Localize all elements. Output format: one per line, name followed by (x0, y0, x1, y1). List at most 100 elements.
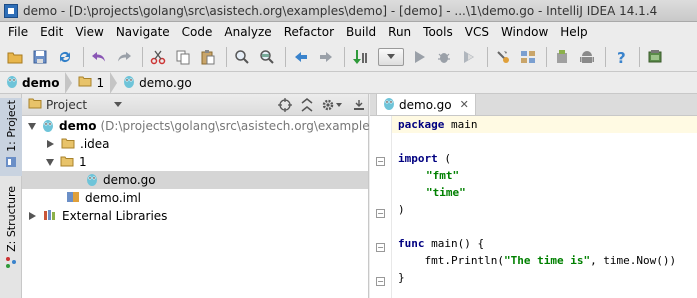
android-icon[interactable] (576, 46, 598, 68)
menu-navigate[interactable]: Navigate (110, 22, 176, 42)
help-icon[interactable]: ? (610, 46, 632, 68)
breadcrumb-label: demo (22, 75, 60, 90)
code-line: "fmt" (426, 169, 460, 182)
hide-panel-icon[interactable] (350, 96, 368, 114)
collapse-all-icon[interactable] (298, 96, 316, 114)
menu-run[interactable]: Run (382, 22, 417, 42)
paste-icon[interactable] (197, 46, 219, 68)
project-tool-icon (5, 156, 17, 171)
expand-arrow-icon[interactable] (46, 158, 54, 166)
structure-tool-icon (5, 256, 17, 271)
scroll-from-source-icon[interactable] (276, 96, 294, 114)
toolbar-separator (487, 46, 488, 67)
run-config-combo[interactable] (378, 47, 404, 66)
expand-arrow-icon[interactable] (28, 122, 36, 130)
fold-import-icon[interactable]: − (376, 157, 385, 166)
code-area[interactable]: package main import ( "fmt" "time" ) fun… (392, 116, 697, 286)
tree-item-demo-iml[interactable]: demo.iml (22, 189, 368, 207)
fold-end-icon[interactable]: − (376, 209, 385, 218)
breadcrumb: demo 1 demo.go (0, 71, 697, 94)
collapse-arrow-icon[interactable] (47, 140, 54, 148)
menu-vcs[interactable]: VCS (459, 22, 495, 42)
menu-refactor[interactable]: Refactor (278, 22, 340, 42)
tree-item-external-libraries[interactable]: External Libraries (22, 207, 368, 225)
tree-item-label: demo (59, 119, 97, 133)
toolbar-separator (344, 46, 345, 67)
breadcrumb-separator (110, 71, 118, 94)
tree-item-demo-go[interactable]: demo.go (22, 171, 368, 189)
tree-item-label: External Libraries (62, 209, 168, 223)
chevron-down-icon (387, 54, 395, 59)
fold-func-icon[interactable]: − (376, 243, 385, 252)
gopher-icon (123, 74, 135, 91)
folder-icon (61, 137, 75, 152)
side-tab-structure[interactable]: Z: Structure (0, 186, 22, 268)
code-line: "time" (426, 186, 466, 199)
menu-file[interactable]: File (2, 22, 34, 42)
code-line: fmt.Println("The time is", time.Now()) (398, 254, 677, 267)
breadcrumb-file[interactable]: demo.go (123, 72, 198, 94)
toolbar-separator (142, 46, 143, 67)
menu-edit[interactable]: Edit (34, 22, 69, 42)
editor-tab-bar: demo.go ✕ (370, 93, 697, 116)
make-icon[interactable] (349, 46, 371, 68)
code-line: package main (392, 116, 697, 133)
menu-view[interactable]: View (69, 22, 109, 42)
close-icon[interactable]: ✕ (460, 98, 469, 111)
save-icon[interactable] (29, 46, 51, 68)
tool-window-strip: 1: Project Z: Structure (0, 94, 22, 298)
project-view-icon (28, 97, 42, 112)
toolbar-separator (546, 46, 547, 67)
debug-icon[interactable] (433, 46, 455, 68)
open-folder-icon[interactable] (4, 46, 26, 68)
main-toolbar: ? (0, 42, 697, 72)
intellij-app-icon (4, 3, 18, 18)
project-view-selector[interactable]: Project (46, 98, 110, 112)
find-icon[interactable] (231, 46, 253, 68)
back-icon[interactable] (290, 46, 312, 68)
title-bar: demo - [D:\projects\golang\src\asistech.… (0, 0, 697, 22)
side-tab-project[interactable]: 1: Project (0, 98, 22, 176)
toolbar-separator (639, 46, 640, 67)
tree-item-label: .idea (80, 137, 110, 151)
side-tab-structure-label: Z: Structure (4, 186, 18, 252)
menu-tools[interactable]: Tools (417, 22, 459, 42)
replace-icon[interactable] (256, 46, 278, 68)
code-editor: demo.go ✕ − − − − package main import ( … (370, 93, 697, 298)
tree-item-idea[interactable]: .idea (22, 135, 368, 153)
code-line: func main() { (398, 237, 485, 250)
sync-icon[interactable] (54, 46, 76, 68)
sdk-manager-icon[interactable] (551, 46, 573, 68)
code-line: import ( (398, 152, 451, 165)
run-coverage-icon[interactable] (458, 46, 480, 68)
editor-tab-demo-go[interactable]: demo.go ✕ (376, 93, 476, 115)
breadcrumb-project[interactable]: demo (6, 72, 65, 94)
undo-icon[interactable] (88, 46, 110, 68)
copy-icon[interactable] (172, 46, 194, 68)
breadcrumb-folder[interactable]: 1 (78, 72, 110, 94)
folder-icon (60, 155, 74, 170)
forward-icon[interactable] (315, 46, 337, 68)
menu-analyze[interactable]: Analyze (218, 22, 277, 42)
settings-icon[interactable] (492, 46, 514, 68)
tree-item-demo[interactable]: demo (D:\projects\golang\src\asistech.or… (22, 117, 419, 135)
fold-end-icon[interactable]: − (376, 277, 385, 286)
project-structure-icon[interactable] (517, 46, 539, 68)
collapse-arrow-icon[interactable] (29, 212, 36, 220)
menu-build[interactable]: Build (340, 22, 382, 42)
chevron-down-icon[interactable] (114, 102, 122, 107)
gear-icon[interactable] (320, 96, 346, 114)
gopher-icon (86, 172, 98, 189)
redo-icon[interactable] (113, 46, 135, 68)
breadcrumb-label: 1 (96, 75, 105, 90)
tree-item-folder-1[interactable]: 1 (22, 153, 368, 171)
menu-window[interactable]: Window (495, 22, 554, 42)
editor-tab-label: demo.go (399, 97, 452, 112)
tree-item-label: demo.iml (85, 191, 141, 205)
run-icon[interactable] (408, 46, 430, 68)
menu-help[interactable]: Help (554, 22, 593, 42)
window-title: demo - [D:\projects\golang\src\asistech.… (23, 3, 658, 18)
cut-icon[interactable] (147, 46, 169, 68)
menu-code[interactable]: Code (176, 22, 219, 42)
terminal-icon[interactable] (644, 46, 666, 68)
